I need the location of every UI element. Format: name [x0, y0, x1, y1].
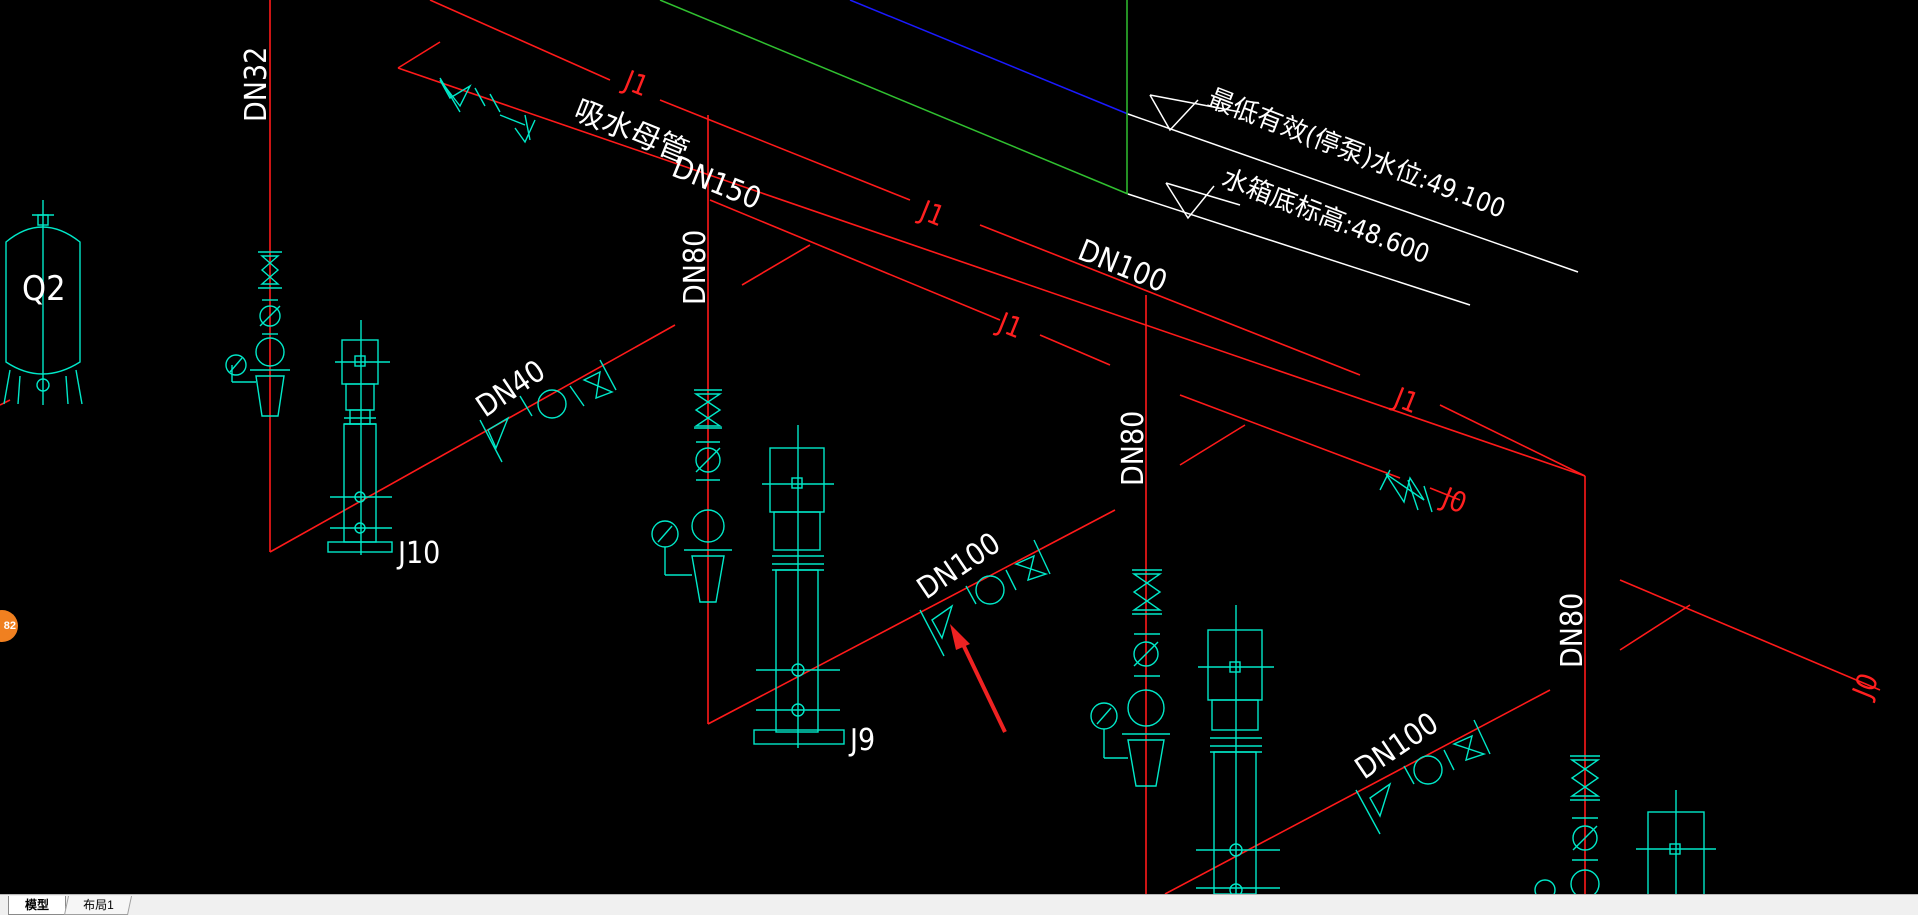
- label-j0-a: J0: [1436, 480, 1472, 520]
- valve-j0-line: [1379, 469, 1433, 513]
- pump-j10: [327, 320, 393, 555]
- layout-tab-bar: 模型 布局1: [0, 894, 1918, 915]
- label-j1-d: J1: [1388, 380, 1424, 420]
- drawing-labels: DN32 Q2 J1 吸水母管 DN150 最低有效(停泵)水位:49.100 …: [22, 47, 1885, 787]
- label-dn150: DN150: [667, 150, 766, 217]
- cad-drawing-canvas[interactable]: DN32 Q2 J1 吸水母管 DN150 最低有效(停泵)水位:49.100 …: [0, 0, 1918, 894]
- valve-group-dn80-c: [1534, 755, 1601, 894]
- tab-layout1-label: 布局1: [82, 898, 114, 912]
- label-dn80-c: DN80: [1555, 593, 1590, 668]
- label-j0-b: J0: [1845, 669, 1885, 705]
- label-dn100-mid: DN100: [911, 526, 1007, 607]
- tab-model[interactable]: 模型: [8, 896, 66, 915]
- label-dn100-top: DN100: [1073, 233, 1172, 300]
- label-j1-c: J1: [992, 305, 1028, 345]
- label-dn100-low: DN100: [1349, 706, 1445, 787]
- pump-4: [1636, 790, 1716, 894]
- label-dn32: DN32: [239, 47, 274, 122]
- label-j9: J9: [848, 723, 875, 758]
- tab-layout1[interactable]: 布局1: [63, 896, 133, 915]
- label-dn40: DN40: [470, 354, 552, 425]
- label-dn80-b: DN80: [1116, 411, 1151, 486]
- valve-group-dn80-b: [1090, 569, 1170, 787]
- label-suction-header: 吸水母管: [569, 93, 693, 170]
- label-j10: J10: [396, 536, 440, 571]
- label-dn80-a: DN80: [678, 230, 713, 305]
- label-j1-b: J1: [914, 193, 950, 233]
- label-q2: Q2: [22, 269, 66, 309]
- annotation-arrow: [950, 624, 1007, 733]
- valve-group-dn80-a: [651, 389, 732, 603]
- valve-group-dn32: [225, 251, 290, 417]
- pump-j9: [753, 425, 845, 748]
- label-j1-a: J1: [618, 63, 654, 103]
- pump-3: [1196, 605, 1280, 894]
